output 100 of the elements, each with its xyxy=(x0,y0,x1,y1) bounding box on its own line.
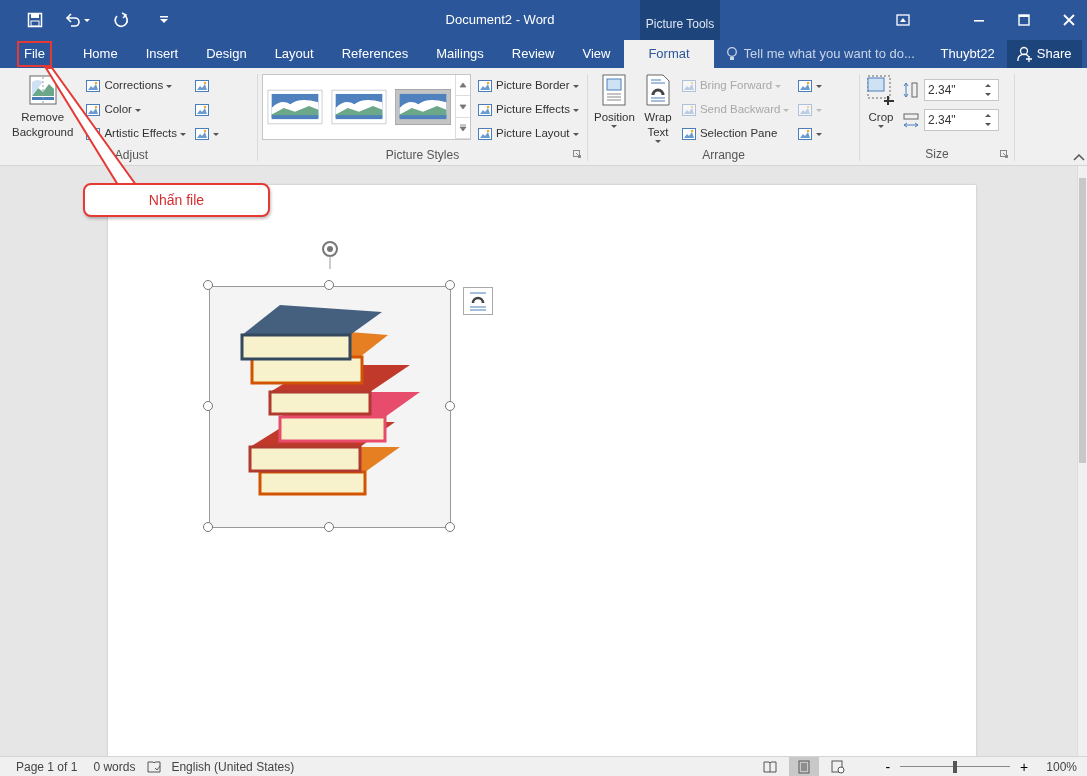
resize-handle[interactable] xyxy=(445,280,455,290)
picture-icon xyxy=(194,102,210,118)
dialog-launcher-icon[interactable] xyxy=(573,150,581,158)
caret-icon xyxy=(816,132,823,136)
print-view-icon xyxy=(797,759,812,774)
ribbon-button[interactable]: Picture Border xyxy=(475,74,581,98)
lightbulb-icon xyxy=(725,46,738,62)
style-thumbnail[interactable] xyxy=(331,89,387,125)
ribbon-display-icon[interactable] xyxy=(896,13,910,27)
ribbon-button[interactable]: Picture Effects xyxy=(475,98,581,122)
size-field[interactable]: 2.34" xyxy=(924,109,999,131)
tell-me-field[interactable]: Tell me what you want to do... xyxy=(725,40,931,68)
group-label: Arrange xyxy=(702,148,745,162)
resize-handle[interactable] xyxy=(203,401,213,411)
picture-icon xyxy=(85,102,102,118)
ribbon-tab[interactable]: References xyxy=(327,40,423,68)
resize-handle[interactable] xyxy=(203,280,213,290)
ribbon-tab[interactable]: File xyxy=(16,40,53,68)
caret-icon xyxy=(572,132,579,136)
scroll-down-icon[interactable] xyxy=(458,102,468,111)
style-thumbnail[interactable] xyxy=(267,89,323,125)
redo-icon[interactable] xyxy=(113,12,129,28)
ribbon-tab[interactable]: Review xyxy=(497,40,569,68)
caret-icon xyxy=(572,84,579,88)
layout-options-icon[interactable] xyxy=(463,287,493,315)
scroll-up-icon[interactable] xyxy=(458,80,468,90)
picture-icon xyxy=(85,78,102,94)
ribbon-button[interactable]: Picture Layout xyxy=(475,122,581,146)
maximize-icon[interactable] xyxy=(1018,14,1030,26)
vertical-scrollbar[interactable] xyxy=(1077,166,1087,756)
callout: Nhấn file xyxy=(83,183,270,217)
caret-icon xyxy=(213,132,219,136)
view-button[interactable] xyxy=(789,757,820,776)
word-count[interactable]: 0 words xyxy=(93,757,136,776)
language-status[interactable]: English (United States) xyxy=(171,757,295,776)
resize-handle[interactable] xyxy=(324,280,334,290)
style-thumbnail[interactable] xyxy=(395,89,451,125)
caret-icon xyxy=(611,125,618,128)
caret-icon xyxy=(816,84,823,88)
picture-icon xyxy=(194,126,210,142)
web-view-icon xyxy=(831,759,846,774)
slider-thumb[interactable] xyxy=(953,760,958,773)
resize-handle[interactable] xyxy=(324,522,334,532)
caret-icon xyxy=(775,84,782,88)
group-label: Adjust xyxy=(114,148,149,162)
undo-icon[interactable] xyxy=(65,12,91,28)
context-tab-label: Picture Tools xyxy=(640,0,720,40)
ribbon-button[interactable]: Selection Pane xyxy=(678,122,792,146)
picture-icon xyxy=(194,78,210,94)
caret-icon xyxy=(134,108,141,112)
picture-icon xyxy=(477,126,493,142)
share-button[interactable]: Share xyxy=(1006,40,1082,68)
resize-handle[interactable] xyxy=(445,401,455,411)
caret-icon xyxy=(654,140,661,143)
ribbon-tab[interactable]: Mailings xyxy=(422,40,498,68)
caret-icon xyxy=(783,108,790,112)
save-icon[interactable] xyxy=(27,12,43,28)
proofing-icon[interactable] xyxy=(147,759,162,774)
zoom-level[interactable]: 100% xyxy=(1046,757,1077,776)
zoom-out-button[interactable]: - xyxy=(881,759,895,774)
caret-icon xyxy=(816,108,823,112)
person-add-icon xyxy=(1016,46,1033,62)
width-icon xyxy=(902,111,920,129)
remove-background-icon xyxy=(27,74,58,106)
size-field[interactable]: 2.34" xyxy=(924,79,999,101)
window-title: Document2 - Word xyxy=(444,11,556,30)
group-label: Picture Styles xyxy=(385,148,460,162)
customize-icon[interactable] xyxy=(159,15,169,25)
picture-icon xyxy=(680,78,697,94)
height-icon xyxy=(902,81,920,99)
picture-icon xyxy=(797,102,814,118)
close-icon[interactable] xyxy=(1063,14,1075,26)
ribbon-tab[interactable]: View xyxy=(568,40,625,68)
dialog-launcher-icon[interactable] xyxy=(1000,150,1008,158)
caret-icon xyxy=(572,108,579,112)
ribbon-tab[interactable]: Format xyxy=(624,40,714,68)
zoom-in-button[interactable]: + xyxy=(1016,759,1033,774)
crop-icon xyxy=(866,74,896,106)
ribbon-tab[interactable]: Home xyxy=(68,40,132,68)
group-label: Size xyxy=(925,147,949,161)
user-name[interactable]: Thuybt22 xyxy=(940,40,995,68)
resize-handle[interactable] xyxy=(445,522,455,532)
ribbon-button[interactable]: Corrections xyxy=(83,74,188,98)
ribbon-button[interactable]: Position xyxy=(592,74,637,146)
picture-icon xyxy=(797,126,814,142)
page-count[interactable]: Page 1 of 1 xyxy=(16,757,78,776)
ribbon-tab[interactable]: Design xyxy=(192,40,261,68)
picture-icon xyxy=(477,78,493,94)
collapse-ribbon-icon[interactable] xyxy=(1073,153,1085,161)
ribbon-tab[interactable]: Insert xyxy=(131,40,193,68)
picture-icon xyxy=(797,78,814,94)
caret-icon xyxy=(180,132,186,136)
picture-icon xyxy=(477,102,493,118)
resize-handle[interactable] xyxy=(203,522,213,532)
caret-icon xyxy=(878,125,884,128)
ribbon-button[interactable]: Crop xyxy=(864,74,898,145)
read-view-icon xyxy=(763,759,778,774)
more-icon[interactable] xyxy=(458,123,468,133)
ribbon-button[interactable]: Wrap Text xyxy=(640,74,675,146)
ribbon-tab[interactable]: Layout xyxy=(260,40,328,68)
